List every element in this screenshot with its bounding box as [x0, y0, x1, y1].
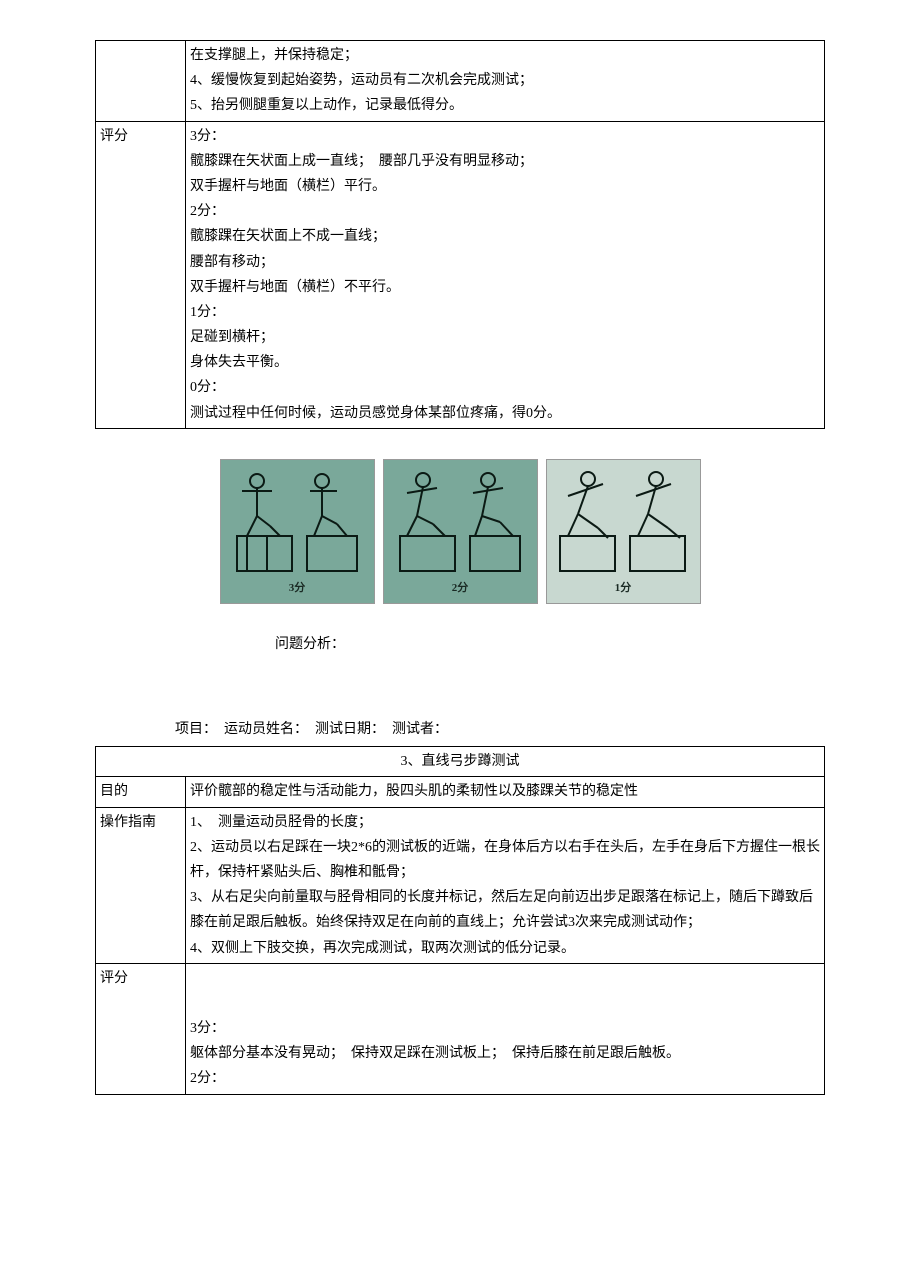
- line: 躯体部分基本没有晃动； 保持双足踩在测试板上； 保持后膝在前足跟后触板。: [190, 1041, 820, 1066]
- score-label: 评分: [96, 963, 186, 1094]
- line: 0分：: [190, 375, 820, 400]
- line: 1、 测量运动员胫骨的长度；: [190, 810, 820, 835]
- prev-label-cell: [96, 41, 186, 122]
- scoring-label: 评分: [96, 121, 186, 428]
- line: 5、抬另侧腿重复以上动作，记录最低得分。: [190, 93, 820, 118]
- hurdle-step-illustration-1: [548, 466, 698, 586]
- prev-content-cell: 在支撑腿上，并保持稳定； 4、缓慢恢复到起始姿势，运动员有二次机会完成测试； 5…: [186, 41, 825, 122]
- line: 3、从右足尖向前量取与胫骨相同的长度并标记，然后左足向前迈出步足跟落在标记上，随…: [190, 885, 820, 935]
- figure-row: 3分 2分 1分: [95, 459, 825, 604]
- problem-analysis-label: 问题分析：: [275, 632, 825, 657]
- test-header-line: 项目： 运动员姓名： 测试日期： 测试者：: [175, 717, 825, 742]
- line: 腰部有移动；: [190, 250, 820, 275]
- purpose-label: 目的: [96, 777, 186, 807]
- line: 4、双侧上下肢交换，再次完成测试，取两次测试的低分记录。: [190, 936, 820, 961]
- line: 测试过程中任何时候，运动员感觉身体某部位疼痛，得0分。: [190, 401, 820, 426]
- guide-label: 操作指南: [96, 807, 186, 963]
- line: 4、缓慢恢复到起始姿势，运动员有二次机会完成测试；: [190, 68, 820, 93]
- line: 足碰到横杆；: [190, 325, 820, 350]
- line: 2分：: [190, 199, 820, 224]
- score-content: 3分： 躯体部分基本没有晃动； 保持双足踩在测试板上； 保持后膝在前足跟后触板。…: [186, 963, 825, 1094]
- test-title: 3、直线弓步蹲测试: [96, 747, 825, 777]
- scoring-content: 3分： 髋膝踝在矢状面上成一直线； 腰部几乎没有明显移动； 双手握杆与地面（横栏…: [186, 121, 825, 428]
- line: 1分：: [190, 300, 820, 325]
- hurdle-step-illustration-3: [222, 466, 372, 586]
- figure-3pts: 3分: [220, 459, 375, 604]
- line: 髋膝踝在矢状面上不成一直线；: [190, 224, 820, 249]
- line: 身体失去平衡。: [190, 350, 820, 375]
- test-table-lunge: 3、直线弓步蹲测试 目的 评价髋部的稳定性与活动能力，股四头肌的柔韧性以及膝踝关…: [95, 746, 825, 1094]
- line: 双手握杆与地面（横栏）不平行。: [190, 275, 820, 300]
- purpose-text: 评价髋部的稳定性与活动能力，股四头肌的柔韧性以及膝踝关节的稳定性: [186, 777, 825, 807]
- line: 3分：: [190, 124, 820, 149]
- line: 双手握杆与地面（横栏）平行。: [190, 174, 820, 199]
- scoring-table-1: 在支撑腿上，并保持稳定； 4、缓慢恢复到起始姿势，运动员有二次机会完成测试； 5…: [95, 40, 825, 429]
- line: [190, 966, 820, 991]
- figure-2pts: 2分: [383, 459, 538, 604]
- line: 在支撑腿上，并保持稳定；: [190, 43, 820, 68]
- line: 3分：: [190, 1016, 820, 1041]
- guide-content: 1、 测量运动员胫骨的长度； 2、运动员以右足踩在一块2*6的测试板的近端，在身…: [186, 807, 825, 963]
- figure-1pt: 1分: [546, 459, 701, 604]
- line: 髋膝踝在矢状面上成一直线； 腰部几乎没有明显移动；: [190, 149, 820, 174]
- line: 2分：: [190, 1066, 820, 1091]
- line: [190, 991, 820, 1016]
- line: 2、运动员以右足踩在一块2*6的测试板的近端，在身体后方以右手在头后，左手在身后…: [190, 835, 820, 885]
- hurdle-step-illustration-2: [385, 466, 535, 586]
